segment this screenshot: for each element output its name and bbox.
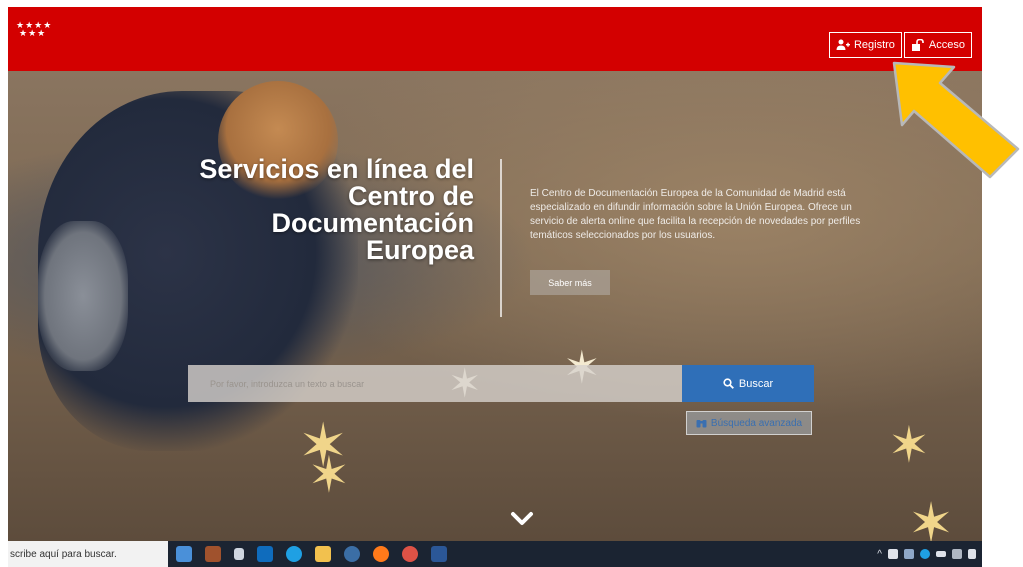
hero-banner: ✶ ✶ ✶ ✶ ✶ ✶ Servicios en línea del Centr… (8, 71, 982, 541)
advanced-search-label: Búsqueda avanzada (710, 417, 803, 429)
volume-icon[interactable] (968, 549, 976, 559)
chevron-down-icon[interactable] (510, 511, 534, 527)
add-user-icon (836, 39, 850, 50)
logo-stars-bottom: ★★★ (19, 28, 47, 38)
battery-icon[interactable] (936, 551, 946, 557)
outlook-icon[interactable] (257, 546, 273, 562)
word-icon[interactable] (431, 546, 447, 562)
hero-title: Servicios en línea del Centro de Documen… (118, 156, 474, 264)
binoculars-icon (696, 420, 707, 428)
hero-title-line: Servicios en línea del (199, 154, 474, 184)
advanced-search-button[interactable]: Búsqueda avanzada (686, 411, 812, 435)
starfish-icon: ✶ (888, 417, 930, 473)
saber-mas-button[interactable]: Saber más (530, 270, 610, 295)
comunidad-madrid-logo[interactable]: ★★★★ ★★★ (16, 21, 52, 38)
firefox-icon[interactable] (373, 546, 389, 562)
network-icon[interactable] (888, 549, 898, 559)
taskbar-search-box[interactable]: scribe aquí para buscar. (8, 541, 168, 567)
search-button[interactable]: Buscar (682, 365, 814, 402)
chrome-icon[interactable] (402, 546, 418, 562)
search-button-label: Buscar (738, 377, 774, 390)
login-label: Acceso (928, 39, 965, 51)
onedrive-icon[interactable] (904, 549, 914, 559)
taskbar-apps (176, 546, 447, 562)
starfish-icon: ✶ (308, 447, 350, 503)
hero-divider (500, 159, 502, 317)
defender-icon[interactable] (920, 549, 930, 559)
briefcase-icon[interactable] (205, 546, 221, 562)
hero-title-line: Europea (365, 235, 474, 265)
search-input[interactable] (188, 365, 682, 402)
screenshot-frame: ★★★★ ★★★ Registro Acceso ✶ ✶ ✶ ✶ Servici… (0, 0, 1023, 567)
hero-description: El Centro de Documentación Europea de la… (530, 188, 861, 241)
windows-taskbar: scribe aquí para buscar. ^ (8, 541, 982, 567)
search-icon (723, 378, 734, 389)
register-label: Registro (853, 39, 895, 51)
unlock-icon (911, 39, 924, 51)
folder-icon[interactable] (315, 546, 331, 562)
hero-photo-sleeve (38, 221, 128, 371)
edge-icon[interactable] (286, 546, 302, 562)
starfish-icon: ✶ (908, 492, 955, 541)
chrome-app-icon[interactable] (344, 546, 360, 562)
file-explorer-icon[interactable] (176, 546, 192, 562)
hero-title-line: Documentación (271, 208, 474, 238)
task-view-icon[interactable] (234, 548, 244, 560)
system-tray: ^ (877, 541, 976, 567)
hero-title-line: Centro de (347, 181, 474, 211)
pointer-arrow-annotation (892, 61, 1020, 179)
chevron-up-icon[interactable]: ^ (877, 549, 882, 560)
wifi-icon[interactable] (952, 549, 962, 559)
site-header: ★★★★ ★★★ Registro Acceso (8, 7, 982, 71)
